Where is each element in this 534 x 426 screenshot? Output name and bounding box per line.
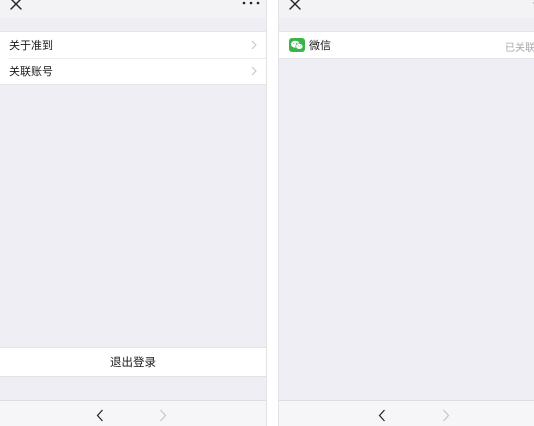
- bottom-toolbar: [279, 400, 534, 426]
- logout-label: 退出登录: [110, 355, 156, 369]
- chevron-right-icon[interactable]: [442, 409, 450, 422]
- wechat-icon: [289, 38, 305, 52]
- menu-item-label: 关联账号: [9, 65, 53, 78]
- linked-account-wechat[interactable]: 微信 已关联: [279, 32, 534, 58]
- chevron-left-icon[interactable]: [378, 409, 386, 422]
- menu-item-label: 关于准到: [9, 39, 53, 52]
- chevron-left-icon[interactable]: [96, 409, 104, 422]
- chevron-right-icon: [251, 40, 257, 50]
- logout-button[interactable]: 退出登录: [0, 347, 266, 377]
- account-label: 微信: [309, 39, 331, 52]
- menu-item-linked-accounts[interactable]: 关联账号: [0, 58, 266, 84]
- nav-bar: [0, 0, 266, 18]
- chevron-right-icon[interactable]: [159, 409, 167, 422]
- linked-accounts-list: 微信 已关联: [279, 31, 534, 59]
- settings-list: 关于准到 关联账号: [0, 31, 266, 85]
- settings-screen: 关于准到 关联账号 退出登录: [0, 0, 266, 426]
- close-icon[interactable]: [9, 0, 23, 11]
- close-icon[interactable]: [288, 0, 302, 11]
- link-status: 已关联: [505, 43, 534, 54]
- bottom-toolbar: [0, 400, 266, 426]
- linked-accounts-screen: 微信 已关联: [279, 0, 534, 426]
- more-icon[interactable]: [240, 0, 262, 9]
- menu-item-about[interactable]: 关于准到: [0, 32, 266, 58]
- screen-divider: [266, 0, 279, 426]
- nav-bar: [279, 0, 534, 18]
- chevron-right-icon: [251, 66, 257, 76]
